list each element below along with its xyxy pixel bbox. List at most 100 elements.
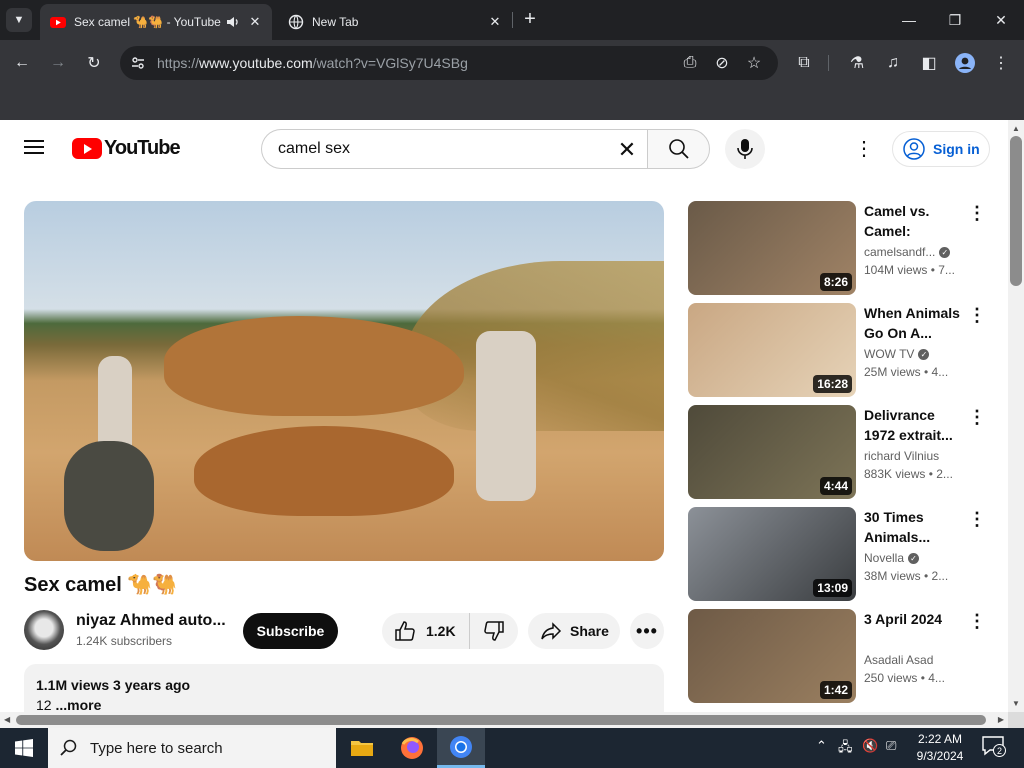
video-frame-camel bbox=[194, 426, 454, 516]
start-button[interactable] bbox=[0, 728, 48, 768]
restore-window-icon[interactable]: ❐ bbox=[943, 8, 967, 32]
firefox-icon[interactable] bbox=[388, 728, 436, 768]
recommended-channel-name[interactable]: Novella ✓ bbox=[864, 551, 960, 565]
extensions-puzzle-icon[interactable]: ⧉ bbox=[792, 51, 816, 75]
share-button[interactable]: Share bbox=[528, 613, 620, 649]
verified-check-icon: ✓ bbox=[908, 553, 920, 565]
tab-search-button[interactable]: ▼ bbox=[6, 8, 32, 32]
recommended-video-title[interactable]: 30 Times Animals... bbox=[864, 507, 964, 547]
dislike-button[interactable] bbox=[470, 613, 518, 649]
video-thumbnail[interactable]: 13:09 bbox=[688, 507, 856, 601]
video-frame-person bbox=[64, 441, 154, 551]
scroll-left-icon[interactable]: ◀ bbox=[4, 715, 10, 724]
show-hidden-icons-chevron-icon[interactable]: ⌃ bbox=[816, 738, 827, 754]
horizontal-scroll-thumb[interactable] bbox=[16, 715, 986, 725]
side-panel-icon[interactable]: ◧ bbox=[917, 51, 941, 75]
description-box[interactable]: 1.1M views 3 years ago 12 ...more bbox=[24, 664, 664, 712]
video-thumbnail[interactable]: 1:42 bbox=[688, 609, 856, 703]
close-tab-icon[interactable]: ✕ bbox=[246, 13, 264, 31]
channel-avatar[interactable] bbox=[24, 610, 64, 650]
tab-new-tab[interactable]: New Tab ✕ bbox=[278, 4, 512, 40]
notification-count-badge: 2 bbox=[993, 744, 1006, 757]
share-arrow-icon bbox=[541, 622, 562, 640]
recommended-channel-name[interactable]: richard Vilnius bbox=[864, 449, 960, 463]
recommended-video-card[interactable]: 16:28 When Animals Go On A... WOW TV ✓ 25M v… bbox=[688, 303, 1000, 397]
close-window-icon[interactable]: ✕ bbox=[989, 8, 1013, 32]
recommended-channel-name[interactable]: WOW TV ✓ bbox=[864, 347, 960, 361]
hamburger-menu-icon[interactable] bbox=[24, 137, 48, 159]
taskbar-search-box[interactable]: Type here to search bbox=[48, 728, 336, 768]
site-settings-icon[interactable] bbox=[130, 55, 146, 71]
recommended-video-card[interactable]: 4:44 Delivrance 1972 extrait... richard Vi… bbox=[688, 405, 1000, 499]
back-arrow-icon[interactable]: ← bbox=[10, 51, 34, 75]
forward-arrow-icon[interactable]: → bbox=[46, 51, 70, 75]
recommended-channel-name[interactable]: Asadali Asad bbox=[864, 653, 960, 667]
recommended-channel-name[interactable]: camelsandf... ✓ bbox=[864, 245, 960, 259]
vertical-scroll-thumb[interactable] bbox=[1010, 136, 1022, 286]
reload-icon[interactable]: ↻ bbox=[82, 51, 106, 75]
like-button[interactable]: 1.2K bbox=[382, 613, 470, 649]
voice-search-button[interactable] bbox=[725, 129, 765, 169]
recommended-video-card[interactable]: 13:09 30 Times Animals... Novella ✓ 38M view… bbox=[688, 507, 1000, 601]
display-icon[interactable]: ⎚ bbox=[886, 738, 896, 754]
labs-flask-icon[interactable]: ⚗ bbox=[845, 51, 869, 75]
channel-name[interactable]: niyaz Ahmed auto... bbox=[76, 612, 226, 630]
account-circle-icon bbox=[903, 138, 925, 160]
tab-youtube-video[interactable]: Sex camel 🐪🐫 - YouTube ✕ bbox=[40, 4, 272, 40]
install-app-icon[interactable]: ⎙ bbox=[678, 51, 702, 75]
search-button[interactable] bbox=[647, 129, 710, 169]
media-controls-icon[interactable]: ♫ bbox=[881, 51, 905, 75]
settings-kebab-icon[interactable]: ⋮ bbox=[852, 136, 876, 160]
browser-menu-icon[interactable]: ⋮ bbox=[989, 51, 1013, 75]
video-player[interactable] bbox=[24, 201, 664, 561]
scroll-up-icon[interactable]: ▲ bbox=[1012, 124, 1020, 133]
video-options-kebab-icon[interactable]: ⋮ bbox=[968, 203, 986, 227]
vertical-scrollbar[interactable]: ▲ ▼ bbox=[1008, 120, 1024, 712]
video-thumbnail[interactable]: 16:28 bbox=[688, 303, 856, 397]
address-bar[interactable]: https://www.youtube.com/watch?v=VGlSy7U4… bbox=[120, 46, 778, 80]
video-thumbnail[interactable]: 4:44 bbox=[688, 405, 856, 499]
more-horizontal-icon: ••• bbox=[636, 620, 658, 641]
video-options-kebab-icon[interactable]: ⋮ bbox=[968, 305, 986, 329]
youtube-logo[interactable]: YouTube bbox=[72, 136, 181, 159]
recommended-video-meta: 250 views • 4... bbox=[864, 671, 945, 685]
new-tab-button[interactable]: + bbox=[520, 9, 540, 30]
network-icon[interactable]: 🖧 bbox=[838, 738, 853, 760]
recommended-video-card[interactable]: 8:26 Camel vs. Camel: Animal... camelsandf… bbox=[688, 201, 1000, 295]
notifications-icon[interactable]: 2 bbox=[982, 736, 1006, 760]
scroll-down-icon[interactable]: ▼ bbox=[1012, 699, 1020, 708]
video-options-kebab-icon[interactable]: ⋮ bbox=[968, 611, 986, 635]
recommended-video-card[interactable]: 1:42 3 April 2024 Asadali Asad 250 views • … bbox=[688, 609, 1000, 703]
youtube-wordmark: YouTube bbox=[104, 136, 181, 159]
subscribe-button[interactable]: Subscribe bbox=[243, 613, 338, 649]
search-input[interactable]: camel sex bbox=[278, 140, 350, 158]
video-options-kebab-icon[interactable]: ⋮ bbox=[968, 407, 986, 431]
profile-avatar-icon[interactable] bbox=[953, 51, 977, 75]
video-options-kebab-icon[interactable]: ⋮ bbox=[968, 509, 986, 533]
video-thumbnail[interactable]: 8:26 bbox=[688, 201, 856, 295]
minimize-window-icon[interactable]: — bbox=[897, 8, 921, 32]
search-box[interactable]: camel sex ✕ bbox=[261, 129, 647, 169]
speaker-icon[interactable] bbox=[226, 15, 240, 29]
recommended-video-title[interactable]: Delivrance 1972 extrait... bbox=[864, 405, 964, 445]
search-icon bbox=[668, 139, 689, 159]
horizontal-scrollbar[interactable]: ◀ ▶ bbox=[0, 712, 1008, 728]
video-duration: 1:42 bbox=[819, 681, 852, 699]
clear-search-icon[interactable]: ✕ bbox=[613, 136, 641, 164]
bookmark-star-icon[interactable]: ☆ bbox=[742, 51, 766, 75]
chrome-icon[interactable] bbox=[437, 728, 485, 768]
recommended-video-title[interactable]: When Animals Go On A... bbox=[864, 303, 964, 343]
file-explorer-icon[interactable] bbox=[338, 728, 386, 768]
system-clock[interactable]: 2:22 AM 9/3/2024 bbox=[908, 731, 972, 765]
recommended-video-title[interactable]: 3 April 2024 bbox=[864, 609, 964, 629]
scroll-right-icon[interactable]: ▶ bbox=[998, 715, 1004, 724]
eye-off-icon[interactable]: ⊘ bbox=[710, 51, 734, 75]
sign-in-button[interactable]: Sign in bbox=[892, 131, 990, 167]
recommended-video-title[interactable]: Camel vs. Camel: Animal... bbox=[864, 201, 964, 241]
windows-logo-icon bbox=[15, 739, 33, 757]
close-tab-icon[interactable]: ✕ bbox=[486, 13, 504, 31]
more-actions-button[interactable]: ••• bbox=[630, 613, 664, 649]
volume-muted-icon[interactable]: 🔇 bbox=[862, 738, 878, 754]
clock-date: 9/3/2024 bbox=[916, 749, 964, 763]
show-more-link[interactable]: ...more bbox=[55, 697, 101, 712]
